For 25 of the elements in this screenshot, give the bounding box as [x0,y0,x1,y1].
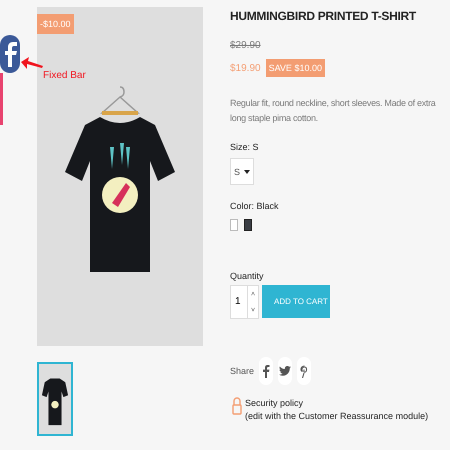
discount-badge: -$10.00 [37,14,74,34]
caret-icon [244,170,250,174]
facebook-icon[interactable] [259,357,274,385]
fixed-bar [0,73,3,125]
quantity-label: Quantity [230,271,264,281]
size-dropdown[interactable]: S [230,158,254,185]
save-badge: SAVE $10.00 [266,59,325,77]
product-description: Regular fit, round neckline, short sleeves. Made of extra long staple pima cotton. [230,97,437,125]
facebook-icon[interactable] [0,35,20,73]
annotation-label: Fixed Bar [43,70,86,81]
twitter-icon[interactable] [278,357,292,385]
size-label: Size: S [230,142,259,152]
arrow-icon [21,57,43,71]
product-title: HUMMINGBIRD PRINTED T-SHIRT [230,9,416,23]
color-label: Color: Black [230,201,279,211]
padlock-icon [232,397,242,415]
old-price: $29.90 [230,40,261,51]
pinterest-icon[interactable] [297,357,312,385]
policy-title: Security policy [245,397,304,410]
product-thumbnail[interactable] [37,362,73,436]
color-swatch[interactable] [244,219,252,231]
share-label: Share [230,366,254,376]
policy-note: (edit with the Customer Reassurance module) [245,410,428,423]
price: $19.90 [230,62,261,74]
color-swatch[interactable] [230,219,238,231]
